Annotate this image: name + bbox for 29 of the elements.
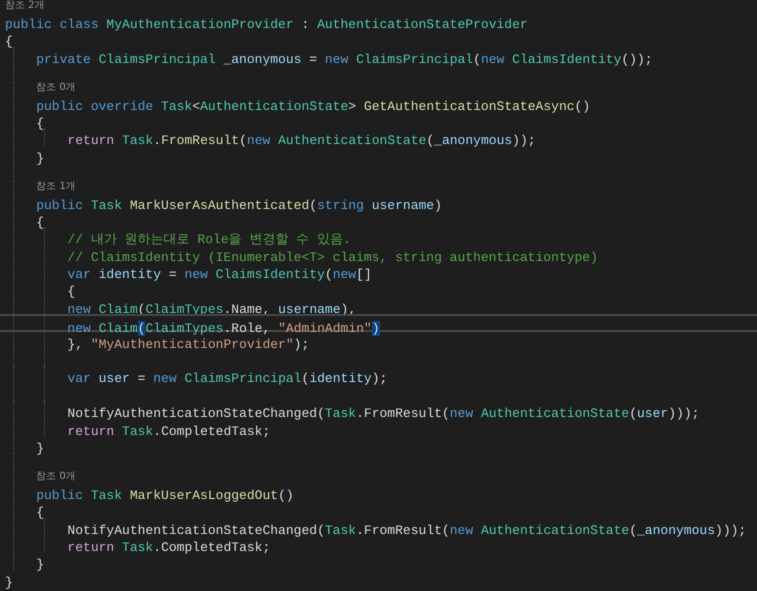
code-line: public Task MarkUserAsAuthenticated(string username)	[35, 198, 442, 213]
code-line: public override Task<AuthenticationState> GetAuthenticationStateAsync()	[35, 98, 590, 114]
code-line: public Task MarkUserAsLoggedOut()	[35, 488, 294, 503]
code-line: public class MyAuthenticationProvider : AuthenticationStateProvider	[5, 17, 528, 32]
code-line: new Claim(ClaimTypes.Role, "AdminAdmin")	[66, 321, 380, 336]
reference-count[interactable]: 참조 0개	[36, 470, 76, 483]
code-line: NotifyAuthenticationStateChanged(Task.FromResult(new AuthenticationState(_anonymous)));	[66, 522, 746, 538]
code-line: return Task.CompletedTask;	[66, 540, 270, 555]
code-line: {	[35, 214, 44, 230]
reference-count[interactable]: 참조 0개	[36, 82, 76, 94]
code-line: private ClaimsPrincipal _anonymous = new ClaimsPrincipal(new ClaimsIdentity());	[35, 52, 653, 67]
reference-count[interactable]: 참조 1개	[36, 180, 76, 193]
code-line: {	[66, 284, 76, 300]
code-line: var user = new ClaimsPrincipal(identity);	[66, 371, 388, 386]
code-line: var identity = new ClaimsIdentity(new[]	[66, 267, 372, 282]
code-line: NotifyAuthenticationStateChanged(Task.FromResult(new AuthenticationState(user)));	[66, 406, 700, 422]
code-line: {	[5, 34, 13, 50]
code-line: return Task.CompletedTask;	[66, 424, 270, 439]
code-line: }, "MyAuthenticationProvider");	[66, 336, 310, 352]
reference-count[interactable]: 참조 2개	[5, 0, 45, 12]
code-line: }	[5, 574, 13, 590]
code-line: }	[35, 440, 44, 456]
code-line: {	[35, 505, 44, 520]
code-line: // ClaimsIdentity (IEnumerable<T> claims, string authenticationtype)	[66, 250, 598, 265]
code-line: return Task.FromResult(new AuthenticationState(_anonymous));	[66, 133, 536, 148]
code-line: }	[35, 557, 44, 572]
code-line: {	[35, 116, 44, 131]
code-line: }	[35, 150, 44, 166]
code-line: // 내가 원하는대로 Role을 변경할 수 있음.	[66, 232, 351, 248]
